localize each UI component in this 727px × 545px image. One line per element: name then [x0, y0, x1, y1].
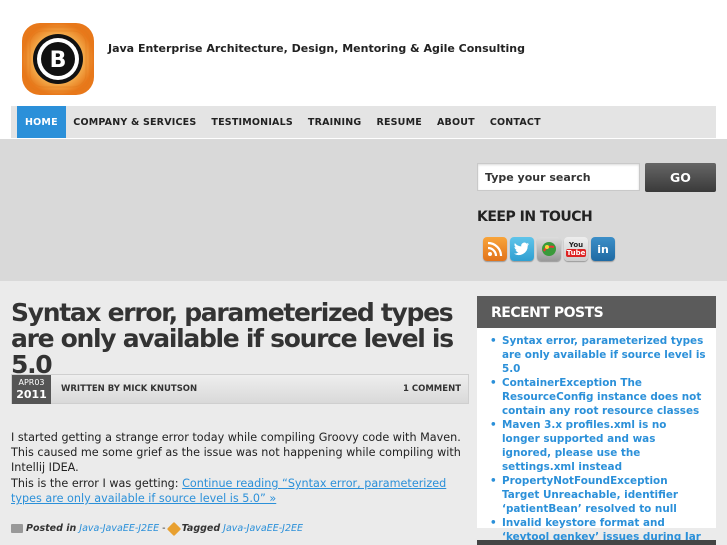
nav-training[interactable]: TRAINING — [300, 106, 369, 138]
post-paragraph-1: I started getting a strange error today … — [11, 431, 461, 474]
nav-resume[interactable]: RESUME — [369, 106, 430, 138]
keep-in-touch-title: KEEP IN TOUCH — [477, 209, 593, 225]
recent-post-item[interactable]: Syntax error, parameterized types are on… — [489, 334, 706, 376]
post-title[interactable]: Syntax error, parameterized types are on… — [11, 300, 471, 378]
site-logo[interactable]: B — [21, 22, 95, 96]
twitter-icon[interactable] — [510, 237, 534, 261]
post-date-year: 2011 — [16, 388, 47, 401]
post-date: APR03 2011 — [12, 375, 51, 404]
tag-link[interactable]: Java-JavaEE-J2EE — [223, 523, 303, 534]
youtube-label-bottom: Tube — [565, 249, 587, 257]
recent-post-item[interactable]: PropertyNotFoundException Target Unreach… — [489, 474, 706, 516]
nav-home[interactable]: HOME — [17, 106, 66, 138]
youtube-label-top: You — [568, 241, 584, 249]
tag-icon — [166, 521, 181, 536]
nav-contact[interactable]: CONTACT — [482, 106, 548, 138]
recent-post-item[interactable]: Maven 3.x profiles.xml is no longer supp… — [489, 418, 706, 474]
post-meta-bar: APR03 2011 WRITTEN BY MICK KNUTSON 1 COM… — [11, 374, 469, 404]
nav-company-services[interactable]: COMPANY & SERVICES — [66, 106, 204, 138]
footer-separator: - — [162, 523, 166, 534]
search-go-button[interactable]: GO — [645, 163, 716, 192]
linkedin-icon[interactable]: in — [591, 237, 615, 261]
site-tagline: Java Enterprise Architecture, Design, Me… — [108, 42, 526, 55]
rss-icon[interactable] — [483, 237, 507, 261]
youtube-icon[interactable]: You Tube — [564, 237, 588, 261]
post-paragraph-2: This is the error I was getting: Continu… — [11, 476, 471, 506]
recent-posts-list: Syntax error, parameterized types are on… — [477, 328, 716, 543]
paragraph-2-text: This is the error I was getting: — [11, 477, 183, 490]
posted-in-label: Posted in — [26, 523, 77, 534]
nav-testimonials[interactable]: TESTIMONIALS — [204, 106, 301, 138]
post-date-day: APR03 — [18, 378, 45, 387]
nav-about[interactable]: ABOUT — [429, 106, 482, 138]
folder-icon — [11, 524, 23, 533]
main-nav: HOME COMPANY & SERVICES TESTIMONIALS TRA… — [11, 106, 716, 138]
post-comments-link[interactable]: 1 COMMENT — [403, 384, 461, 394]
category-link[interactable]: Java-JavaEE-J2EE — [79, 523, 159, 534]
banner-area — [0, 139, 727, 281]
recent-posts-title: RECENT POSTS — [477, 296, 716, 328]
post-footer: Posted in Java-JavaEE-J2EE - Tagged Java… — [11, 521, 303, 536]
social-icons: You Tube in — [483, 237, 615, 261]
post-author: WRITTEN BY MICK KNUTSON — [61, 384, 198, 394]
tagged-label: Tagged — [181, 523, 221, 534]
recent-post-item[interactable]: ContainerException The ResourceConfig in… — [489, 376, 706, 418]
next-widget-edge — [477, 540, 716, 545]
search-input[interactable] — [477, 163, 640, 191]
linkedin-label: in — [597, 242, 609, 256]
site-header: B Java Enterprise Architecture, Design, … — [0, 0, 727, 139]
delicious-icon[interactable] — [537, 237, 561, 261]
logo-letter: B — [50, 48, 67, 73]
